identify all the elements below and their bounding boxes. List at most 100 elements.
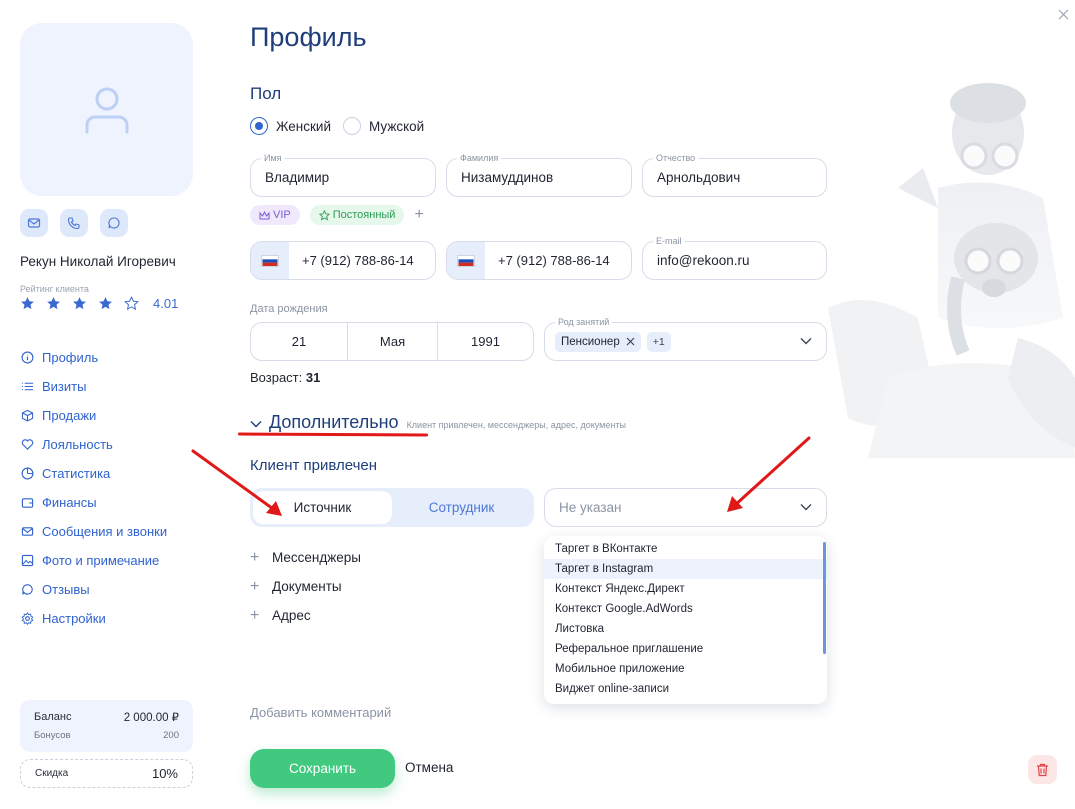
annotation-arrow-right bbox=[727, 436, 811, 512]
country-selector[interactable] bbox=[447, 242, 485, 279]
gender-female-option[interactable]: Женский bbox=[250, 117, 331, 135]
star-icon bbox=[318, 209, 330, 220]
nav-item-messages[interactable]: Сообщения и звонки bbox=[20, 517, 167, 546]
dob-month[interactable]: Мая bbox=[348, 323, 438, 360]
dropdown-option[interactable]: Контекст Google.AdWords bbox=[544, 599, 827, 619]
call-button[interactable] bbox=[60, 209, 88, 237]
cancel-button[interactable]: Отмена bbox=[405, 760, 453, 775]
source-dropdown-menu: Таргет в ВКонтакте Таргет в Instagram Ко… bbox=[544, 536, 827, 704]
balance-value: 2 000.00 ₽ bbox=[123, 712, 179, 724]
expander-address[interactable]: + Адрес bbox=[250, 601, 361, 630]
russia-flag-icon bbox=[457, 254, 475, 267]
field-value: Владимир bbox=[265, 170, 330, 185]
dropdown-scrollbar[interactable] bbox=[823, 542, 826, 654]
extra-section-toggle[interactable]: Дополнительно Клиент привлечен, мессендж… bbox=[250, 412, 626, 433]
nav-item-profile[interactable]: Профиль bbox=[20, 343, 167, 372]
nav-item-settings[interactable]: Настройки bbox=[20, 604, 167, 633]
discount-label: Скидка bbox=[35, 768, 69, 779]
user-placeholder-icon bbox=[85, 87, 128, 133]
expander-label: Адрес bbox=[272, 608, 311, 623]
plus-icon: + bbox=[250, 606, 260, 624]
field-value: Низамуддинов bbox=[461, 170, 554, 185]
extra-section-title: Дополнительно bbox=[269, 412, 399, 432]
age-info: Возраст: 31 bbox=[250, 370, 320, 385]
remove-chip-icon[interactable] bbox=[626, 337, 635, 346]
balance-label: Баланс bbox=[34, 711, 72, 723]
chat-icon bbox=[21, 584, 33, 595]
expander-documents[interactable]: + Документы bbox=[250, 572, 361, 601]
dropdown-option[interactable]: Таргет в ВКонтакте bbox=[544, 539, 827, 559]
dob-year[interactable]: 1991 bbox=[438, 323, 533, 360]
tag-label: VIP bbox=[273, 209, 291, 221]
avatar[interactable] bbox=[20, 23, 193, 196]
dob-day[interactable]: 21 bbox=[251, 323, 348, 360]
expander-label: Документы bbox=[272, 579, 342, 594]
gender-title: Пол bbox=[250, 84, 282, 103]
discount-card[interactable]: Скидка 10% bbox=[20, 759, 193, 788]
wallet-icon bbox=[21, 498, 33, 508]
trash-icon bbox=[1037, 763, 1048, 776]
client-tags: VIP Постоянный + bbox=[250, 205, 424, 225]
list-icon bbox=[21, 382, 33, 391]
radio-checked[interactable] bbox=[250, 117, 268, 135]
nav-item-label: Профиль bbox=[42, 350, 99, 365]
heart-icon bbox=[21, 439, 33, 450]
radio-unchecked[interactable] bbox=[343, 117, 362, 135]
chat-button[interactable] bbox=[100, 209, 128, 237]
close-icon[interactable] bbox=[1058, 9, 1069, 20]
phone-field-2[interactable]: +7 (912) 788-86-14 bbox=[446, 241, 632, 280]
nav-item-label: Фото и примечание bbox=[42, 553, 160, 568]
image-icon bbox=[21, 554, 33, 567]
bonus-value: 200 bbox=[163, 730, 179, 741]
email-button[interactable] bbox=[20, 209, 48, 237]
annotation-arrow-left bbox=[191, 449, 282, 516]
phone-icon bbox=[67, 217, 80, 230]
russia-flag-icon bbox=[261, 254, 279, 267]
dropdown-option-highlighted[interactable]: Таргет в Instagram bbox=[544, 559, 827, 579]
segment-employee[interactable]: Сотрудник bbox=[392, 491, 531, 524]
nav-item-photos[interactable]: Фото и примечание bbox=[20, 546, 167, 575]
attracted-segmented-control: Источник Сотрудник bbox=[250, 488, 534, 527]
chevron-down-icon[interactable] bbox=[800, 337, 812, 345]
tag-permanent[interactable]: Постоянный bbox=[309, 205, 405, 225]
nav-item-sales[interactable]: Продажи bbox=[20, 401, 167, 430]
phone-field-1[interactable]: +7 (912) 788-86-14 bbox=[250, 241, 436, 280]
dropdown-option[interactable]: Контекст Яндекс.Директ bbox=[544, 579, 827, 599]
mail-icon bbox=[27, 218, 41, 228]
rating-value: 4.01 bbox=[153, 296, 179, 311]
save-button[interactable]: Сохранить bbox=[250, 749, 395, 788]
discount-value: 10% bbox=[151, 766, 178, 781]
field-value: Арнольдович bbox=[657, 170, 741, 185]
nav-item-reviews[interactable]: Отзывы bbox=[20, 575, 167, 604]
nav-item-loyalty[interactable]: Лояльность bbox=[20, 430, 167, 459]
more-chips-badge[interactable]: +1 bbox=[646, 331, 671, 352]
gender-option-label: Мужской bbox=[369, 118, 425, 134]
add-comment-link[interactable]: Добавить комментарий bbox=[250, 705, 391, 720]
delete-button[interactable] bbox=[1028, 755, 1057, 784]
gender-radio-group: Женский Мужской bbox=[250, 117, 436, 135]
last-name-field[interactable]: Фамилия Низамуддинов bbox=[446, 153, 632, 197]
nav-item-statistics[interactable]: Статистика bbox=[20, 459, 167, 488]
tag-vip[interactable]: VIP bbox=[250, 205, 300, 225]
dropdown-option[interactable]: Мобильное приложение bbox=[544, 659, 827, 679]
dropdown-option[interactable]: Виджет online-записи bbox=[544, 679, 827, 699]
gear-icon bbox=[21, 612, 33, 625]
nav-item-visits[interactable]: Визиты bbox=[20, 372, 167, 401]
annotation-underline bbox=[237, 432, 429, 437]
rating-label: Рейтинг клиента bbox=[20, 284, 89, 294]
field-label: Фамилия bbox=[457, 153, 502, 163]
dropdown-option[interactable]: Реферальное приглашение bbox=[544, 639, 827, 659]
occupation-select[interactable]: Род занятий Пенсионер +1 bbox=[544, 317, 827, 361]
nav-item-finance[interactable]: Финансы bbox=[20, 488, 167, 517]
add-tag-button[interactable]: + bbox=[414, 206, 423, 224]
country-selector[interactable] bbox=[251, 242, 289, 279]
gender-male-option[interactable]: Мужской bbox=[343, 117, 424, 135]
first-name-field[interactable]: Имя Владимир bbox=[250, 153, 436, 197]
email-field[interactable]: E-mail info@rekoon.ru bbox=[642, 236, 827, 280]
patronymic-field[interactable]: Отчество Арнольдович bbox=[642, 153, 827, 197]
page-title: Профиль bbox=[250, 22, 367, 52]
chip-label: Пенсионер bbox=[561, 335, 620, 348]
nav-item-label: Финансы bbox=[42, 495, 97, 510]
expander-messengers[interactable]: + Мессенджеры bbox=[250, 543, 361, 572]
dropdown-option[interactable]: Листовка bbox=[544, 619, 827, 639]
